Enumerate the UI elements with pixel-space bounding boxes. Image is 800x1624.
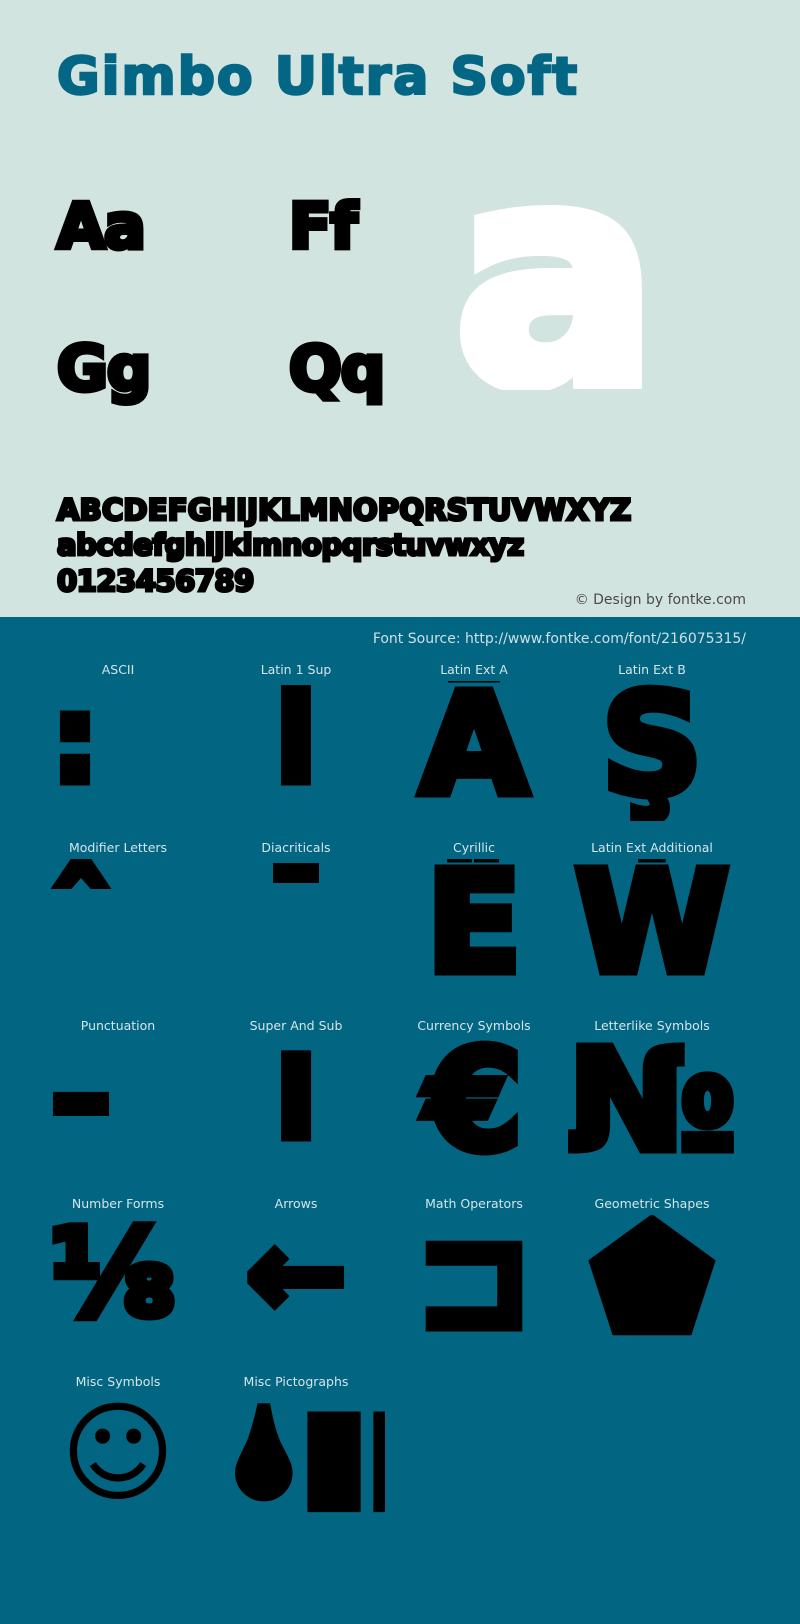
block-cell-ascii[interactable]: ASCII : bbox=[29, 647, 207, 825]
block-label: Latin Ext A bbox=[440, 662, 508, 677]
block-sample-glyph: ☺ bbox=[60, 1393, 176, 1517]
block-cell-cyrillic[interactable]: Cyrillic Ё bbox=[385, 825, 563, 1003]
block-sample-glyph: № bbox=[563, 1037, 740, 1177]
block-label: Latin Ext B bbox=[618, 662, 686, 677]
block-cell-modifier-letters[interactable]: Modifier Letters ˆ bbox=[29, 825, 207, 1003]
block-sample-glyph: Ẇ bbox=[570, 859, 733, 999]
block-sample-glyph: – bbox=[47, 1037, 116, 1166]
block-cell-number-forms[interactable]: Number Forms ⅛ bbox=[29, 1181, 207, 1359]
block-label: Misc Pictographs bbox=[243, 1374, 349, 1389]
block-cell-diacriticals[interactable]: Diacriticals ¯ bbox=[207, 825, 385, 1003]
block-label: Punctuation bbox=[80, 1018, 156, 1033]
block-label: Misc Symbols bbox=[75, 1374, 161, 1389]
block-label: ASCII bbox=[101, 662, 135, 677]
alphabet-block: ABCDEFGHIJKLMNOPQRSTUVWXYZ abcdefghijklm… bbox=[56, 493, 757, 599]
block-label: Super And Sub bbox=[249, 1018, 343, 1033]
block-label: Letterlike Symbols bbox=[594, 1018, 710, 1033]
unicode-coverage-section: Font Source: http://www.fontke.com/font/… bbox=[0, 617, 800, 1624]
block-row: Modifier Letters ˆ Diacriticals ¯ Cyrill… bbox=[0, 825, 800, 1003]
block-row: ASCII : Latin 1 Sup i Latin Ext A Ā Lati… bbox=[0, 647, 800, 825]
block-sample-glyph: Ş bbox=[597, 681, 707, 821]
block-sample-glyph: ⁞ bbox=[269, 1037, 324, 1166]
unicode-block-grid: ASCII : Latin 1 Sup i Latin Ext A Ā Lati… bbox=[0, 647, 800, 1537]
block-cell-arrows[interactable]: Arrows ← bbox=[207, 1181, 385, 1359]
block-cell-latin-ext-b[interactable]: Latin Ext B Ş bbox=[563, 647, 741, 825]
letter-pair-ff: Ff bbox=[286, 188, 359, 266]
block-sample-glyph: € bbox=[421, 1037, 527, 1177]
block-sample-glyph: ← bbox=[241, 1215, 351, 1344]
block-sample-glyph: ⬟ bbox=[587, 1215, 718, 1355]
block-sample-glyph: Ā bbox=[415, 681, 532, 821]
block-sample-glyph: 🌢▮▮▮ bbox=[225, 1393, 386, 1522]
block-sample-glyph: ⅛ bbox=[47, 1215, 180, 1344]
font-source-link[interactable]: Font Source: http://www.fontke.com/font/… bbox=[373, 631, 746, 647]
block-label: Arrows bbox=[274, 1196, 318, 1211]
block-label: Diacriticals bbox=[261, 840, 331, 855]
block-sample-glyph: Ё bbox=[422, 859, 527, 999]
block-cell-currency-symbols[interactable]: Currency Symbols € bbox=[385, 1003, 563, 1181]
block-cell-latin-ext-a[interactable]: Latin Ext A Ā bbox=[385, 647, 563, 825]
block-sample-glyph: : bbox=[47, 681, 104, 810]
block-row: Number Forms ⅛ Arrows ← Math Operators ⊐… bbox=[0, 1181, 800, 1359]
block-cell-geometric-shapes[interactable]: Geometric Shapes ⬟ bbox=[563, 1181, 741, 1359]
block-label: Cyrillic bbox=[452, 840, 496, 855]
block-label: Geometric Shapes bbox=[594, 1196, 710, 1211]
block-label: Currency Symbols bbox=[417, 1018, 531, 1033]
block-cell-letterlike-symbols[interactable]: Letterlike Symbols № bbox=[563, 1003, 741, 1181]
letter-pair-qq: Qq bbox=[286, 330, 387, 408]
alphabet-lowercase: abcdefghijklmnopqrstuvwxyz bbox=[56, 528, 526, 563]
copyright-credit: © Design by fontke.com bbox=[574, 592, 746, 608]
letter-pair-gg: Gg bbox=[54, 330, 153, 408]
block-label: Math Operators bbox=[425, 1196, 523, 1211]
block-cell-super-and-sub[interactable]: Super And Sub ⁞ bbox=[207, 1003, 385, 1181]
block-sample-glyph: i bbox=[271, 681, 321, 810]
block-cell-latin-1-sup[interactable]: Latin 1 Sup i bbox=[207, 647, 385, 825]
block-label: Number Forms bbox=[71, 1196, 165, 1211]
letter-pair-aa: Aa bbox=[55, 188, 149, 266]
block-label: Latin Ext Additional bbox=[591, 840, 713, 855]
specimen-section: Gimbo Ultra Soft Aa Ff Gg Qq a ABCDEFGHI… bbox=[0, 0, 800, 617]
block-label: Latin 1 Sup bbox=[260, 662, 332, 677]
feature-glyph: a bbox=[455, 170, 665, 390]
block-cell-latin-ext-additional[interactable]: Latin Ext Additional Ẇ bbox=[563, 825, 741, 1003]
block-row: Misc Symbols ☺ Misc Pictographs 🌢▮▮▮ bbox=[0, 1359, 800, 1537]
block-label: Modifier Letters bbox=[68, 840, 168, 855]
block-cell-misc-pictographs[interactable]: Misc Pictographs 🌢▮▮▮ bbox=[207, 1359, 386, 1537]
block-cell-misc-symbols[interactable]: Misc Symbols ☺ bbox=[29, 1359, 207, 1537]
block-cell-math-operators[interactable]: Math Operators ⊐ bbox=[385, 1181, 563, 1359]
block-sample-glyph: ˆ bbox=[47, 859, 116, 988]
block-cell-punctuation[interactable]: Punctuation – bbox=[29, 1003, 207, 1181]
block-row: Punctuation – Super And Sub ⁞ Currency S… bbox=[0, 1003, 800, 1181]
alphabet-uppercase: ABCDEFGHIJKLMNOPQRSTUVWXYZ bbox=[56, 493, 633, 527]
block-sample-glyph: ¯ bbox=[262, 859, 331, 988]
block-sample-glyph: ⊐ bbox=[411, 1215, 537, 1355]
font-specimen-page: Gimbo Ultra Soft Aa Ff Gg Qq a ABCDEFGHI… bbox=[0, 0, 800, 1624]
page-title: Gimbo Ultra Soft bbox=[56, 46, 580, 109]
